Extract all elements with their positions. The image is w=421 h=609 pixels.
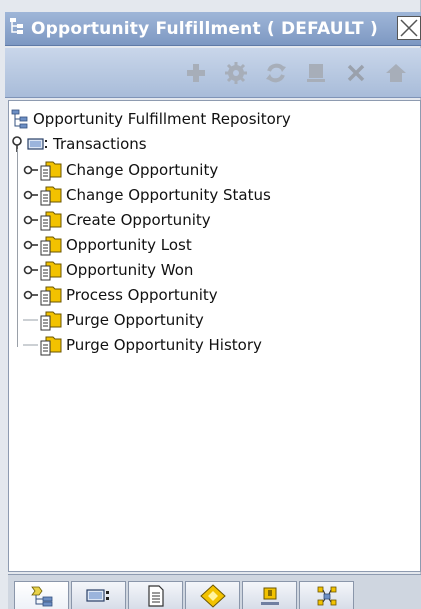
tree-item[interactable]: Process Opportunity <box>23 283 218 307</box>
tab-condition-view[interactable] <box>185 581 240 609</box>
tree-item[interactable]: Change Opportunity Status <box>23 183 271 207</box>
refresh-icon <box>266 63 286 82</box>
tree-item[interactable]: Change Opportunity <box>23 158 218 182</box>
list-icon <box>27 138 47 150</box>
tree-icon <box>30 586 52 606</box>
gear-icon <box>225 61 247 84</box>
title-bar: Opportunity Fulfillment ( DEFAULT ) <box>5 12 421 46</box>
window-title: Opportunity Fulfillment ( DEFAULT ) <box>31 18 378 39</box>
tree-group-transactions[interactable]: Transactions <box>11 132 147 156</box>
house-icon <box>386 63 406 82</box>
tree-item-label: Change Opportunity Status <box>66 186 271 204</box>
tab-list-view[interactable] <box>71 581 126 609</box>
tree-item-label: Change Opportunity <box>66 161 219 179</box>
details-button[interactable] <box>217 56 255 90</box>
repository-tree: Opportunity Fulfillment Repository Trans… <box>8 100 421 572</box>
tab-alert-view[interactable] <box>242 581 297 609</box>
tree-item[interactable]: Purge Opportunity History <box>23 333 262 357</box>
delete-icon <box>347 64 365 81</box>
tab-network-view[interactable] <box>299 581 354 609</box>
document-icon <box>147 584 164 607</box>
expand-handle-icon[interactable] <box>23 239 39 251</box>
transaction-folder-icon <box>40 261 62 281</box>
tree-branch-icon <box>23 344 38 346</box>
transaction-folder-icon <box>40 311 62 331</box>
network-icon <box>317 586 336 605</box>
tree-item-label: Create Opportunity <box>66 211 211 229</box>
transaction-folder-icon <box>40 336 62 356</box>
transaction-folder-icon <box>40 211 62 231</box>
expand-handle-icon[interactable] <box>11 135 25 153</box>
add-button[interactable] <box>177 56 215 90</box>
tree-branch-icon <box>23 319 38 321</box>
expand-handle-icon[interactable] <box>23 214 39 226</box>
save-icon <box>307 63 325 82</box>
tree-item[interactable]: Purge Opportunity <box>23 308 204 332</box>
tree-icon <box>9 17 25 40</box>
delete-button[interactable] <box>337 56 375 90</box>
go-button[interactable] <box>377 56 415 90</box>
tree-connector-line <box>17 149 18 347</box>
tree-item-label: Process Opportunity <box>66 286 218 304</box>
view-tab-bar <box>8 574 421 609</box>
close-icon <box>400 19 418 37</box>
opportunity-fulfillment-panel: Opportunity Fulfillment ( DEFAULT ) Oppo… <box>0 0 421 609</box>
transaction-folder-icon <box>40 186 62 206</box>
tree-item[interactable]: Create Opportunity <box>23 208 211 232</box>
expand-handle-icon[interactable] <box>23 289 39 301</box>
close-button[interactable] <box>397 16 421 40</box>
tree-icon <box>11 109 28 129</box>
tree-item-label: Purge Opportunity <box>66 311 204 329</box>
list-icon <box>85 588 109 602</box>
expand-handle-icon[interactable] <box>23 264 39 276</box>
tree-item[interactable]: Opportunity Lost <box>23 233 192 257</box>
toolbar <box>5 48 421 98</box>
tree-item[interactable]: Opportunity Won <box>23 258 193 282</box>
tab-tree-view[interactable] <box>14 581 69 609</box>
expand-handle-icon[interactable] <box>23 164 39 176</box>
tree-item-label: Opportunity Lost <box>66 236 192 254</box>
diamond-icon <box>199 583 226 608</box>
expand-handle-icon[interactable] <box>23 189 39 201</box>
transaction-folder-icon <box>40 161 62 181</box>
plus-icon <box>187 63 205 82</box>
save-button[interactable] <box>297 56 335 90</box>
tree-group-label: Transactions <box>53 135 147 153</box>
tree-root[interactable]: Opportunity Fulfillment Repository <box>11 107 291 131</box>
alert-icon <box>260 587 279 605</box>
tree-item-label: Purge Opportunity History <box>66 336 262 354</box>
refresh-button[interactable] <box>257 56 295 90</box>
tree-root-label: Opportunity Fulfillment Repository <box>33 110 291 128</box>
transaction-folder-icon <box>40 286 62 306</box>
transaction-folder-icon <box>40 236 62 256</box>
tab-document-view[interactable] <box>128 581 183 609</box>
tree-item-label: Opportunity Won <box>66 261 194 279</box>
